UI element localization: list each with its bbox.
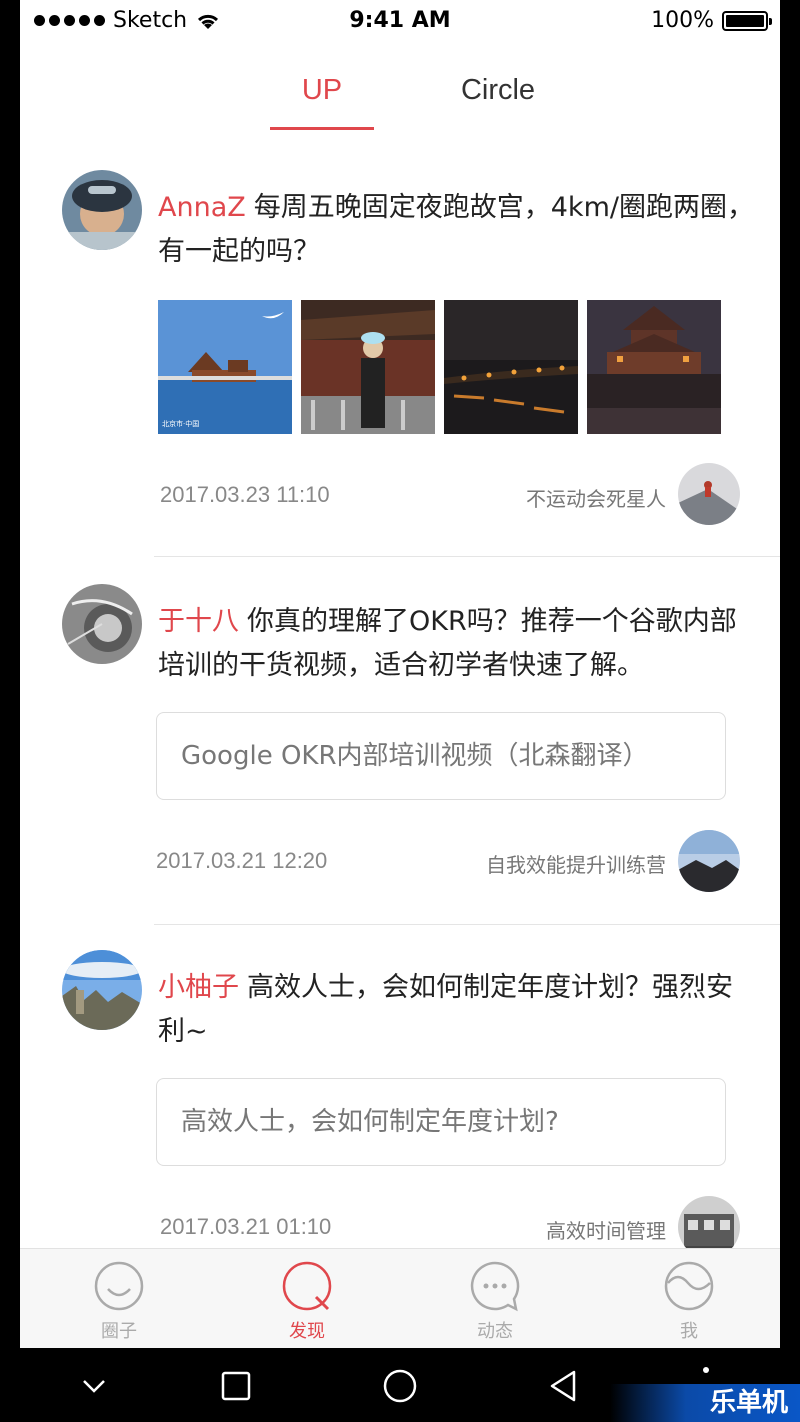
- post-author[interactable]: AnnaZ: [158, 192, 246, 223]
- photo-grid: 北京市·中国: [158, 300, 721, 434]
- discover-icon: [282, 1261, 332, 1311]
- feed-post[interactable]: 于十八 你真的理解了OKR吗？推荐一个谷歌内部培训的干货视频，适合初学者快速了解。…: [20, 584, 780, 924]
- tab-me[interactable]: 我: [634, 1259, 744, 1343]
- active-tab-indicator: [270, 127, 374, 130]
- photo-thumbnail[interactable]: 北京市·中国: [158, 300, 292, 434]
- profile-icon: [664, 1261, 714, 1311]
- circle-name[interactable]: 不运动会死星人: [526, 483, 666, 512]
- status-bar-right: 100%: [651, 8, 772, 33]
- post-content: 小柚子 高效人士，会如何制定年度计划？强烈安利~: [158, 966, 754, 1054]
- tab-activity[interactable]: 动态: [440, 1259, 550, 1343]
- bottom-tab-bar: 圈子 发现 动态 我: [20, 1248, 780, 1348]
- smile-icon: [94, 1261, 144, 1311]
- chevron-down-icon[interactable]: [74, 1366, 114, 1406]
- post-content: AnnaZ 每周五晚固定夜跑故宫，4km/圈跑两圈，有一起的吗？: [158, 186, 754, 274]
- battery-icon: [722, 10, 772, 31]
- link-card[interactable]: Google OKR内部培训视频（北森翻译）: [156, 712, 726, 800]
- post-date: 2017.03.21 01:10: [160, 1214, 332, 1239]
- post-content: 于十八 你真的理解了OKR吗？推荐一个谷歌内部培训的干货视频，适合初学者快速了解。: [158, 600, 754, 688]
- photo-thumbnail[interactable]: [301, 300, 435, 434]
- tab-label: 我: [680, 1321, 698, 1342]
- post-author[interactable]: 于十八: [158, 606, 239, 637]
- watermark: 乐单机: [610, 1384, 800, 1422]
- post-date: 2017.03.21 12:20: [156, 848, 328, 873]
- feed-post[interactable]: AnnaZ每周五晚固定夜跑故宫，4km/圈跑两圈，有一起的吗？ 北京市·中国: [20, 170, 780, 556]
- photo-caption: 北京市·中国: [162, 419, 199, 428]
- tab-up[interactable]: UP: [270, 74, 374, 107]
- post-divider: [154, 556, 780, 557]
- tab-circle[interactable]: Circle: [438, 74, 558, 107]
- avatar[interactable]: [62, 584, 142, 664]
- avatar[interactable]: [62, 170, 142, 250]
- circle-avatar[interactable]: [678, 463, 740, 525]
- home-icon[interactable]: [380, 1366, 420, 1406]
- tab-label: 动态: [477, 1321, 513, 1342]
- post-text: 每周五晚固定夜跑故宫，4km/圈跑两圈，有一起的吗？: [158, 192, 754, 267]
- feed-tabs: UP Circle: [20, 66, 780, 132]
- tab-label: 圈子: [101, 1321, 137, 1342]
- post-text: 你真的理解了OKR吗？推荐一个谷歌内部培训的干货视频，适合初学者快速了解。: [158, 606, 737, 681]
- feed-post[interactable]: 小柚子 高效人士，会如何制定年度计划？强烈安利~ 高效人士，会如何制定年度计划? …: [20, 950, 780, 1258]
- tab-discover[interactable]: 发现: [252, 1259, 362, 1343]
- app-screen: Sketch 9:41 AM 100% UP Circle AnnaZ 每周五晚…: [20, 0, 780, 1348]
- circle-name[interactable]: 自我效能提升训练营: [486, 849, 666, 878]
- link-card[interactable]: 高效人士，会如何制定年度计划?: [156, 1078, 726, 1166]
- circle-avatar[interactable]: [678, 830, 740, 892]
- circle-name[interactable]: 高效时间管理: [546, 1215, 666, 1244]
- post-text: 高效人士，会如何制定年度计划？强烈安利~: [158, 972, 733, 1047]
- post-divider: [154, 924, 780, 925]
- back-icon[interactable]: [544, 1366, 584, 1406]
- post-author[interactable]: 小柚子: [158, 972, 239, 1003]
- tab-circles[interactable]: 圈子: [64, 1259, 174, 1343]
- photo-thumbnail[interactable]: [587, 300, 721, 434]
- avatar[interactable]: [62, 950, 142, 1030]
- status-bar: Sketch 9:41 AM 100%: [20, 0, 780, 40]
- notification-dot-icon: [703, 1367, 709, 1373]
- photo-thumbnail[interactable]: [444, 300, 578, 434]
- chat-bubble-icon: [470, 1261, 520, 1312]
- recent-apps-icon[interactable]: [216, 1366, 256, 1406]
- post-date: 2017.03.23 11:10: [160, 482, 330, 507]
- tab-label: 发现: [289, 1321, 325, 1342]
- battery-percent: 100%: [651, 8, 714, 33]
